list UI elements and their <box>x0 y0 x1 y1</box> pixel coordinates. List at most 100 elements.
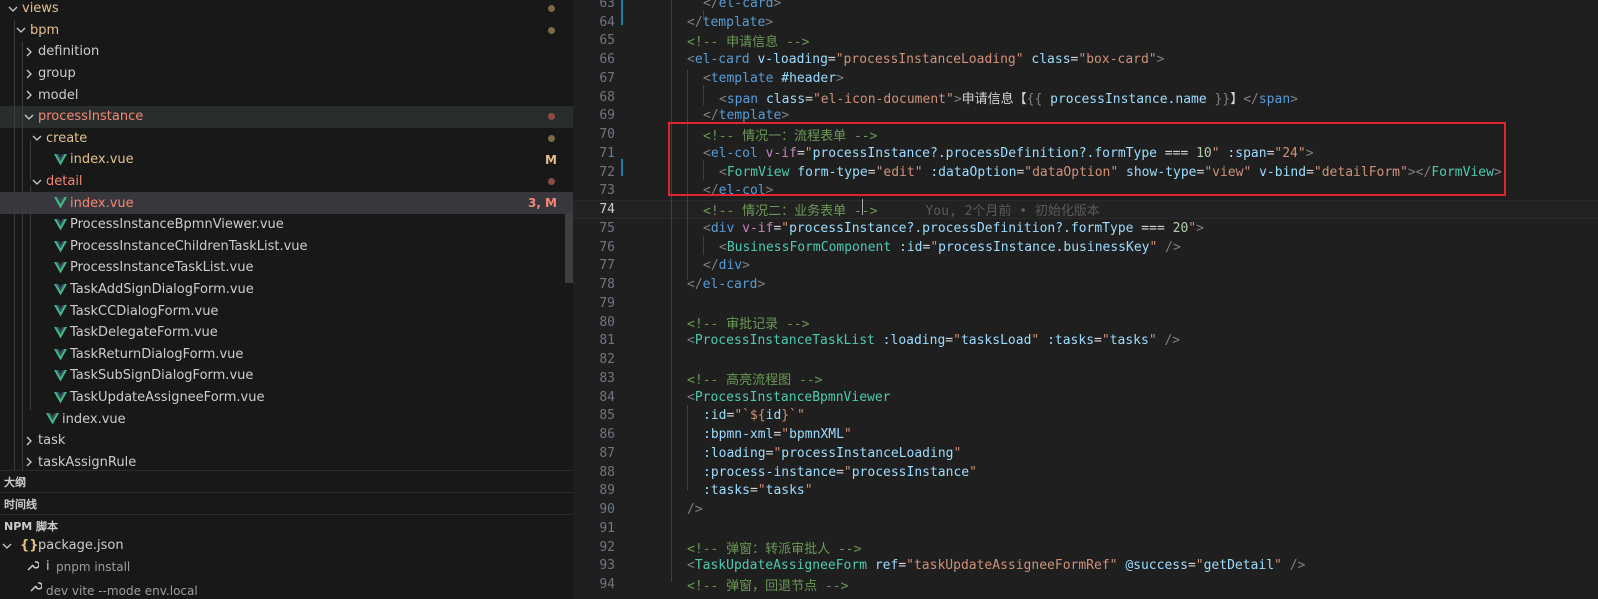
line-number: 76 <box>599 239 615 255</box>
folder-row[interactable]: detail <box>0 171 573 193</box>
npm-script-row[interactable]: i pnpm install <box>0 556 573 577</box>
outline-section-header[interactable]: 大纲 <box>0 470 573 492</box>
file-row[interactable]: TaskUpdateAssigneeForm.vue <box>0 387 573 409</box>
vue-file-icon <box>54 262 67 274</box>
file-row[interactable]: TaskAddSignDialogForm.vue <box>0 279 573 301</box>
npm-package-label: package.json <box>38 538 124 553</box>
chevron-down-icon <box>30 130 44 146</box>
code-text: :id="`${id}`" <box>703 408 805 424</box>
git-gutter-modified-marker <box>621 159 623 176</box>
line-number: 84 <box>599 389 615 405</box>
code-line: 91 <box>573 519 1598 538</box>
file-label: index.vue <box>62 411 126 427</box>
code-line: 68 <span class="el-icon-document">申请信息【{{… <box>573 88 1598 107</box>
code-line: 78 </el-card> <box>573 275 1598 294</box>
chevron-right-icon <box>22 66 36 82</box>
file-label: TaskAddSignDialogForm.vue <box>70 282 254 298</box>
line-number: 89 <box>599 483 615 499</box>
file-label: ProcessInstanceChildrenTaskList.vue <box>70 238 308 254</box>
file-row[interactable]: index.vue M <box>0 149 573 171</box>
file-row[interactable]: TaskReturnDialogForm.vue <box>0 344 573 366</box>
chevron-down-icon <box>0 538 14 554</box>
npm-package-row[interactable]: {} package.json <box>0 535 573 556</box>
vue-file-icon <box>54 391 67 404</box>
explorer-scrollbar[interactable] <box>565 213 573 283</box>
npm-scripts-section-header[interactable]: NPM 脚本 <box>0 514 573 536</box>
indent-guide <box>703 236 704 255</box>
code-line: 67 <template #header> <box>573 69 1598 88</box>
folder-row[interactable]: group <box>0 63 573 85</box>
git-status-dot <box>548 26 555 34</box>
file-label: ProcessInstanceTaskList.vue <box>70 260 254 276</box>
file-row[interactable]: TaskDelegateForm.vue <box>0 322 573 344</box>
code-line: 66 <el-card v-loading="processInstanceLoa… <box>573 50 1598 69</box>
code-text: <ProcessInstanceBpmnViewer <box>687 389 891 405</box>
code-line: 83 <!-- 高亮流程图 --> <box>573 369 1598 388</box>
file-row[interactable]: ProcessInstanceTaskList.vue <box>0 257 573 279</box>
folder-label: bpm <box>30 22 60 38</box>
indent-guide <box>703 10 704 20</box>
vue-file-icon <box>46 413 59 425</box>
vue-file-icon <box>54 197 67 209</box>
folder-label: processInstance <box>38 109 144 125</box>
code-text: <!-- 情况一：流程表单 --> <box>703 129 878 145</box>
line-number: 68 <box>599 89 615 105</box>
folder-row[interactable]: definition <box>0 41 573 63</box>
folder-row[interactable]: model <box>0 84 573 106</box>
file-row[interactable]: index.vue 3, M <box>0 192 573 214</box>
file-row[interactable]: ProcessInstanceChildrenTaskList.vue <box>0 236 573 258</box>
file-row[interactable]: TaskCCDialogForm.vue <box>0 300 573 322</box>
git-gutter-modified-marker <box>621 0 623 25</box>
file-label: index.vue <box>70 195 134 211</box>
chevron-right-icon <box>22 433 36 449</box>
file-label: TaskDelegateForm.vue <box>70 325 218 341</box>
line-number: 65 <box>599 33 615 49</box>
code-text: <TaskUpdateAssigneeForm ref="taskUpdateA… <box>687 558 1306 574</box>
code-editor[interactable]: 63 </el-card> 64 </template> 65 <!-- 申请信息 -->… <box>573 0 1598 599</box>
code-line: 80 <!-- 审批记录 --> <box>573 313 1598 332</box>
vue-file-icon <box>54 327 67 339</box>
code-line: 88:process-instance="processInstance" <box>573 463 1598 482</box>
chevron-down-icon <box>14 22 28 38</box>
code-line: 72 <FormView form-type="edit" :dataOption… <box>573 163 1598 182</box>
text-cursor <box>862 199 863 215</box>
code-line: 65 <!-- 申请信息 --> <box>573 32 1598 50</box>
git-status-dot <box>548 5 555 13</box>
npm-script-row-partial[interactable]: dev vite --mode env.local <box>0 577 573 598</box>
folder-row[interactable]: processInstance <box>0 106 573 128</box>
code-line: 93 <TaskUpdateAssigneeForm ref="taskUpdat… <box>573 557 1598 576</box>
file-label: index.vue <box>70 152 134 168</box>
file-row[interactable]: index.vue <box>0 408 573 430</box>
code-text: </el-card> <box>687 277 766 293</box>
chevron-down-icon <box>30 174 44 190</box>
folder-row[interactable]: create <box>0 128 573 150</box>
npm-scripts-title: NPM 脚本 <box>4 519 59 533</box>
code-line: 76 <BusinessFormComponent :id="processIns… <box>573 238 1598 257</box>
line-number: 69 <box>599 108 615 124</box>
folder-row[interactable]: views <box>0 0 573 20</box>
timeline-section-header[interactable]: 时间线 <box>0 492 573 514</box>
indent-guide <box>703 160 704 180</box>
indent-guide <box>22 42 23 470</box>
folder-row[interactable]: task <box>0 430 573 452</box>
line-number: 66 <box>599 52 615 68</box>
vue-file-icon <box>54 240 67 253</box>
npm-script-partial-label: dev vite --mode env.local <box>46 584 198 598</box>
indent-guide <box>30 185 31 410</box>
line-number: 78 <box>599 277 615 293</box>
code-line: 94 <!-- 弹窗，回退节点 --> <box>573 575 1598 594</box>
code-line: 63 </el-card> <box>573 0 1598 13</box>
vue-file-icon <box>54 154 67 166</box>
indent-guide <box>687 405 688 490</box>
folder-label: group <box>38 66 76 82</box>
file-row[interactable]: TaskSubSignDialogForm.vue <box>0 365 573 387</box>
folder-label: task <box>38 433 66 449</box>
folder-row[interactable]: bpm <box>0 20 573 42</box>
code-line: 74 <!-- 情况二：业务表单 --> You, 2个月前 • 初始化版本 <box>573 200 1598 219</box>
indent-guide <box>687 70 688 280</box>
code-text: :bpmn-xml="bpmnXML" <box>703 427 852 443</box>
line-number: 92 <box>599 539 615 555</box>
json-braces-icon: {} <box>20 538 39 553</box>
file-row[interactable]: ProcessInstanceBpmnViewer.vue <box>0 214 573 236</box>
folder-label: model <box>38 87 79 103</box>
